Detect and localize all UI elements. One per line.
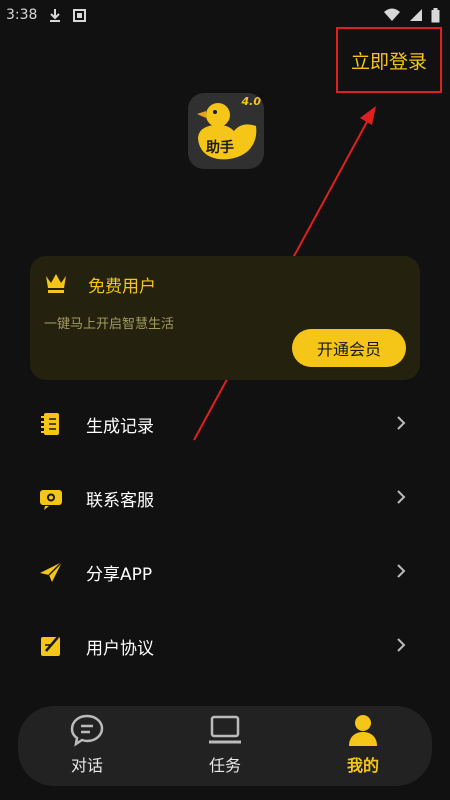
menu-item-customer-service[interactable]: 联系客服 — [30, 468, 420, 528]
crown-icon — [46, 274, 66, 293]
status-right — [383, 7, 440, 23]
menu-item-label: 分享APP — [86, 564, 153, 585]
customer-service-icon — [40, 490, 62, 510]
user-icon — [349, 715, 377, 746]
chat-bubble-icon — [70, 714, 104, 747]
status-left: 3:38 — [6, 7, 87, 23]
tab-mine[interactable]: 我的 — [308, 706, 418, 786]
app-version: 4.0 — [241, 95, 262, 108]
chevron-right-icon — [397, 638, 406, 652]
screenshot-icon — [73, 8, 87, 22]
menu-item-label: 生成记录 — [86, 416, 154, 437]
tab-tasks[interactable]: 任务 — [170, 706, 280, 786]
signal-icon — [410, 9, 422, 21]
battery-icon — [431, 7, 440, 22]
chevron-right-icon — [397, 416, 406, 430]
tab-label: 对话 — [70, 756, 103, 775]
logo-text: 助手 — [206, 140, 234, 156]
open-vip-button[interactable]: 开通会员 — [292, 329, 406, 367]
paper-plane-icon — [40, 561, 63, 582]
menu-item-history[interactable]: 生成记录 — [30, 394, 420, 454]
menu-item-share[interactable]: 分享APP — [30, 542, 420, 602]
vip-card: 免费用户 一键马上开启智慧生活 开通会员 — [30, 256, 420, 380]
laptop-icon — [209, 715, 241, 744]
download-icon — [50, 9, 61, 22]
tab-label: 任务 — [208, 756, 241, 775]
vip-title: 免费用户 — [88, 277, 156, 297]
menu-item-agreement[interactable]: 用户协议 — [30, 616, 420, 676]
agreement-icon — [41, 636, 60, 656]
notebook-icon — [41, 413, 59, 435]
chevron-right-icon — [397, 490, 406, 504]
tab-label: 我的 — [346, 756, 379, 775]
bottom-nav: 对话 任务 我的 — [18, 706, 432, 786]
wifi-icon — [384, 8, 400, 21]
status-time: 3:38 — [6, 7, 38, 23]
login-button[interactable]: 立即登录 — [336, 27, 442, 93]
menu-item-label: 用户协议 — [86, 638, 154, 659]
menu-item-label: 联系客服 — [86, 490, 154, 511]
app-logo: 4.0 助手 — [188, 93, 264, 169]
status-bar: 3:38 — [0, 0, 450, 30]
vip-subtitle: 一键马上开启智慧生活 — [44, 317, 175, 332]
chevron-right-icon — [397, 564, 406, 578]
tab-chat[interactable]: 对话 — [32, 706, 142, 786]
